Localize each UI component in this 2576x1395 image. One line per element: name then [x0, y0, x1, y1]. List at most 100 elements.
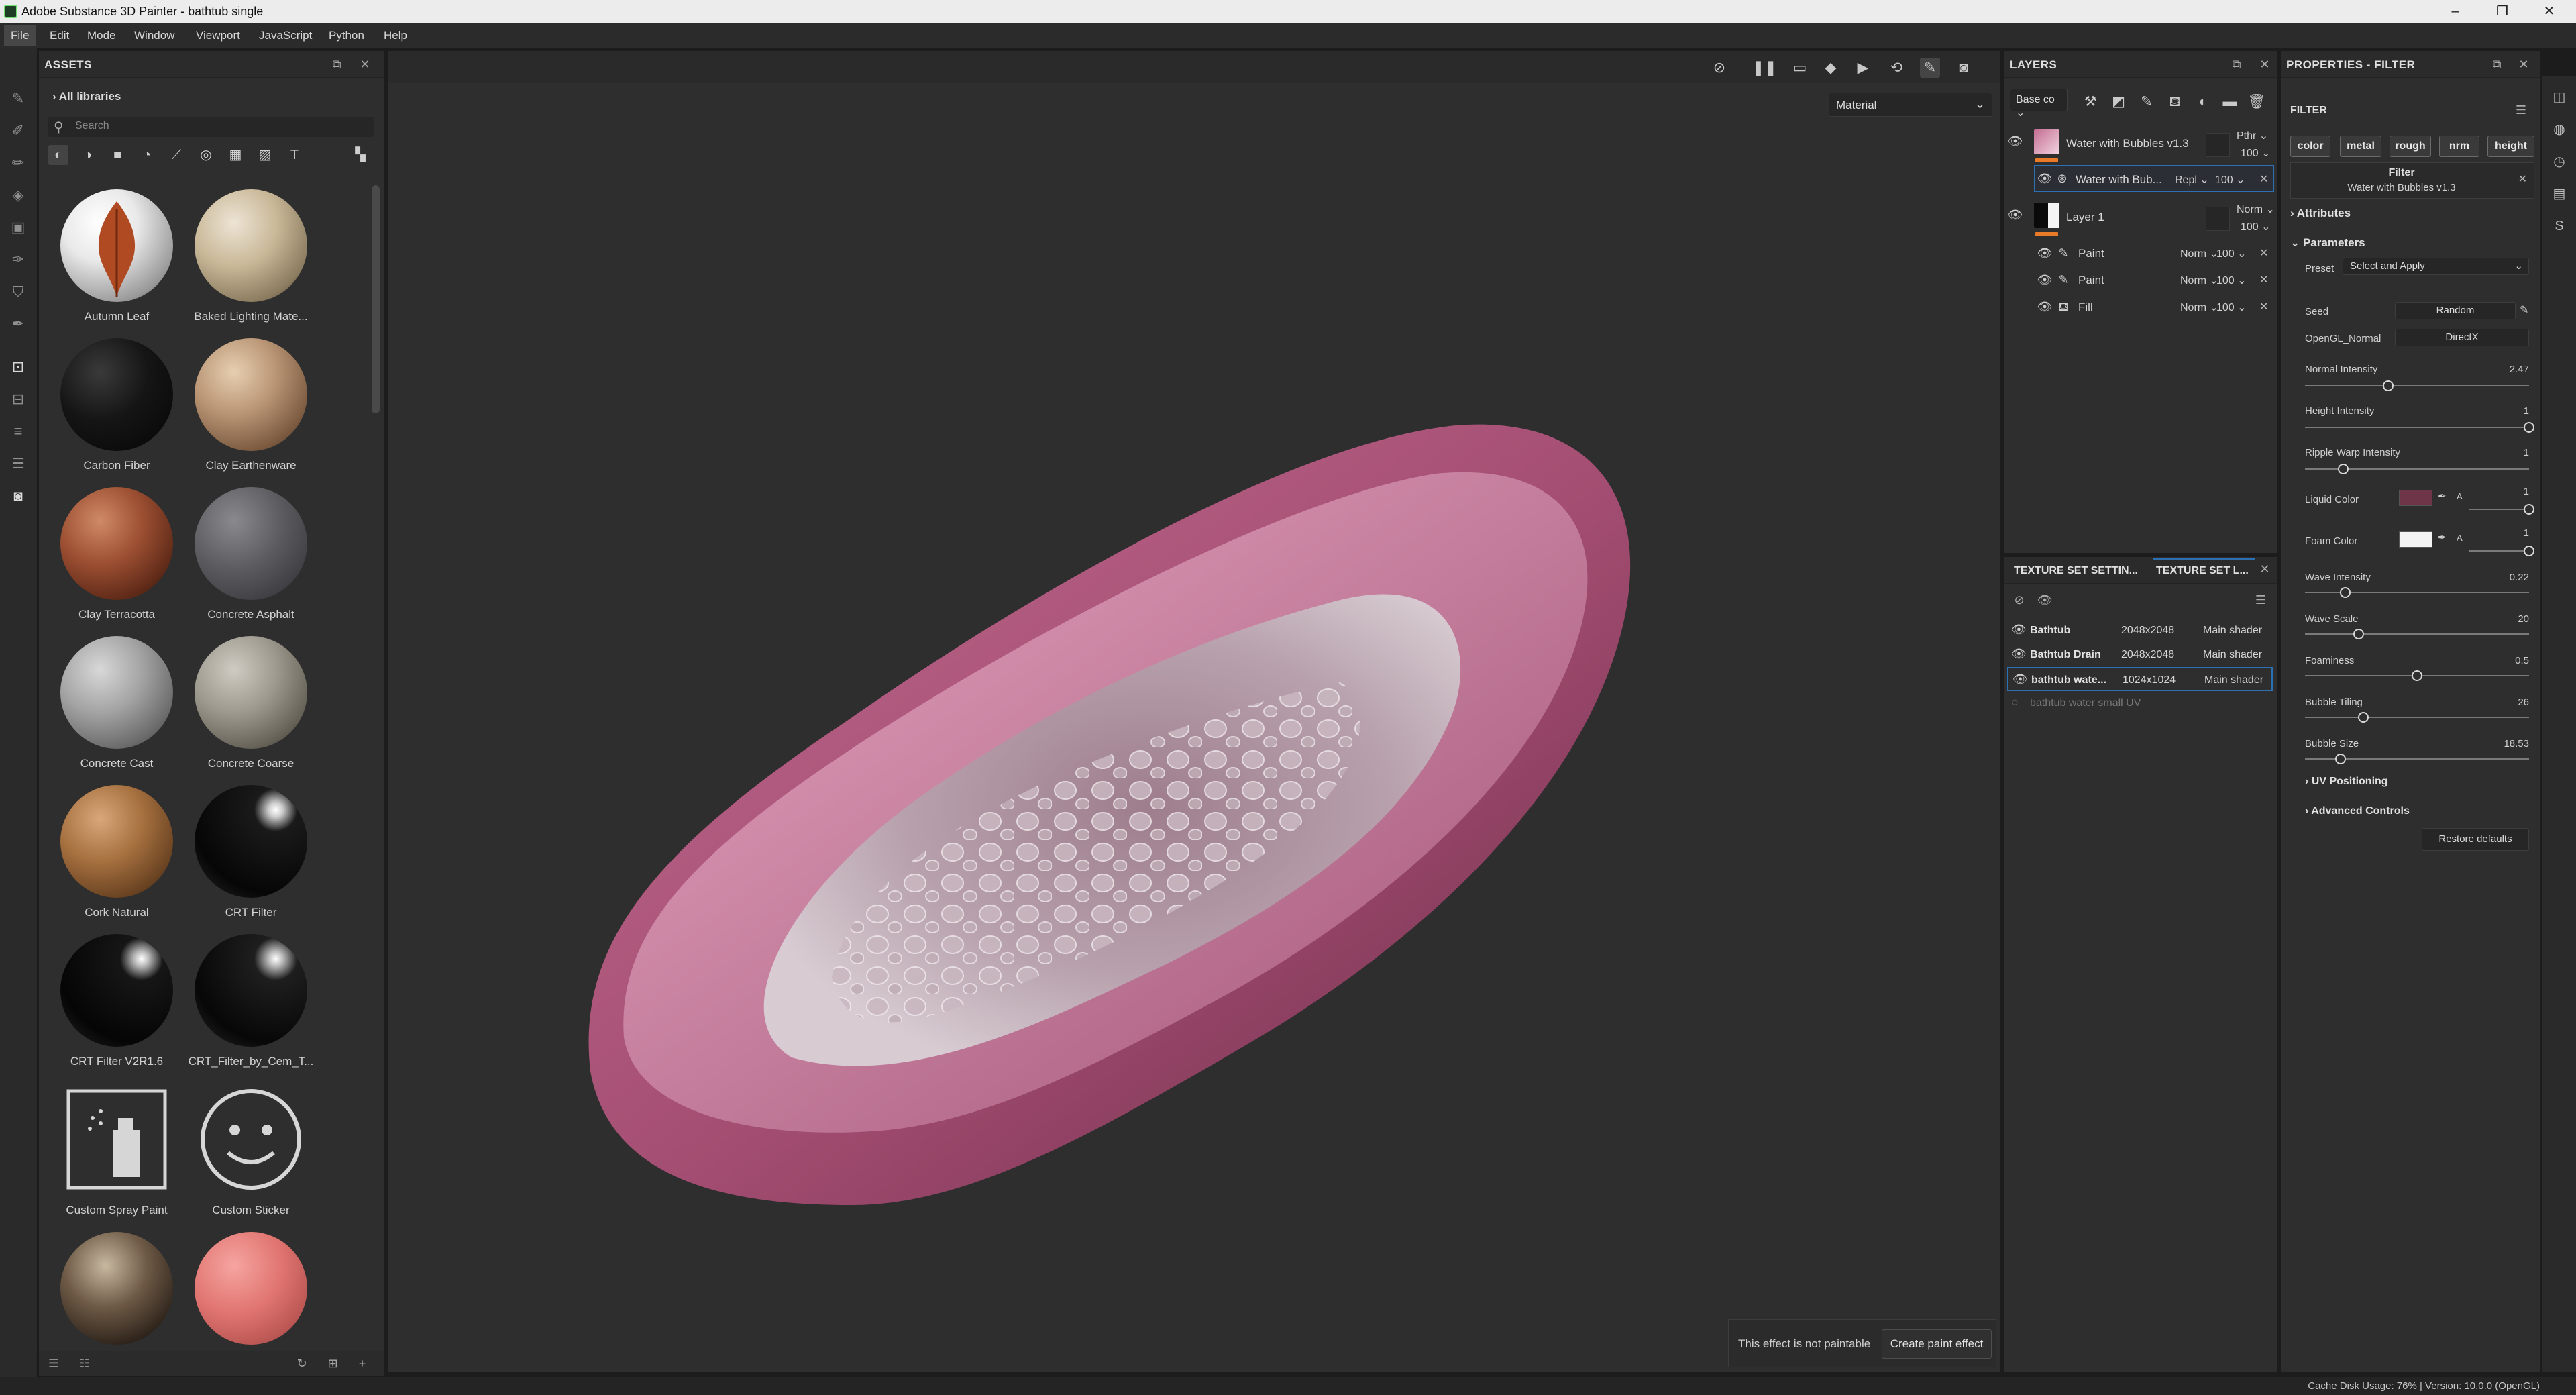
slider-value[interactable]: 0.22: [2510, 572, 2529, 583]
menu-file[interactable]: File: [4, 25, 36, 46]
float-panel-icon[interactable]: ⧉: [2229, 56, 2245, 72]
asset-tile[interactable]: [177, 1225, 311, 1347]
wave-intensity-slider[interactable]: [2305, 587, 2529, 598]
preset-select[interactable]: Select and Apply ⌄: [2343, 258, 2529, 275]
layer-effect-row[interactable]: 👁 ⛾ Fill Norm ⌄ 100 ⌄ ✕: [2004, 294, 2277, 319]
bubble-size-slider[interactable]: [2305, 754, 2529, 764]
normal-intensity-slider[interactable]: [2305, 380, 2529, 391]
slider-value[interactable]: 1: [2524, 447, 2529, 458]
tab-texture-set-settings[interactable]: TEXTURE SET SETTIN...: [2014, 565, 2138, 577]
channel-chip-height[interactable]: height: [2487, 136, 2534, 157]
smudge-icon[interactable]: ✑: [8, 250, 28, 270]
slider-handle[interactable]: [2524, 504, 2534, 515]
properties-icon[interactable]: ◫: [2551, 89, 2568, 106]
opacity-value[interactable]: 100 ⌄: [2216, 301, 2247, 314]
add-mask-icon[interactable]: ◩: [2109, 93, 2128, 111]
channel-chip-nrm[interactable]: nrm: [2439, 136, 2479, 157]
foaminess-slider[interactable]: [2305, 670, 2529, 681]
opengl-normal-select[interactable]: DirectX: [2395, 329, 2529, 346]
slider-handle[interactable]: [2337, 464, 2349, 474]
asset-search-input[interactable]: ⚲ Search: [48, 117, 374, 137]
asset-tile[interactable]: Clay Earthenware: [177, 331, 311, 479]
new-folder-icon[interactable]: ⊞: [325, 1355, 341, 1372]
seed-random-button[interactable]: Random: [2395, 302, 2516, 319]
slider-handle[interactable]: [2335, 754, 2347, 764]
text-filter-icon[interactable]: T: [284, 145, 305, 165]
menu-python[interactable]: Python: [322, 25, 371, 46]
layer-mask-slot[interactable]: [2206, 207, 2230, 231]
height-intensity-slider[interactable]: [2305, 422, 2534, 433]
remove-effect-icon[interactable]: ✕: [2259, 300, 2268, 313]
wave-scale-slider[interactable]: [2305, 629, 2529, 639]
smart-masks-filter-icon[interactable]: ◔: [137, 145, 157, 165]
visibility-eye-icon[interactable]: 👁: [2037, 299, 2053, 315]
smart-materials-filter-icon[interactable]: ◑: [78, 145, 98, 165]
eraser-icon[interactable]: ✐: [8, 121, 28, 141]
slider-value[interactable]: 20: [2518, 613, 2529, 625]
ripple-warp-slider[interactable]: [2305, 464, 2529, 474]
projection-icon[interactable]: ✏: [8, 153, 28, 173]
pause-icon[interactable]: ❚❚: [1752, 58, 1777, 78]
close-panel-icon[interactable]: ✕: [2516, 56, 2532, 72]
symmetry-icon[interactable]: ⟲: [1886, 58, 1907, 78]
asset-tile[interactable]: Concrete Coarse: [177, 629, 311, 777]
menu-edit[interactable]: Edit: [43, 25, 76, 46]
add-icon[interactable]: +: [354, 1355, 370, 1372]
visibility-eye-icon[interactable]: ○: [2011, 695, 2019, 709]
slider-handle[interactable]: [2340, 587, 2351, 598]
visibility-eye-icon[interactable]: 👁: [2007, 133, 2023, 149]
blend-mode[interactable]: Norm ⌄: [2180, 301, 2218, 314]
delete-layer-icon[interactable]: 🗑: [2247, 93, 2266, 111]
link-icon[interactable]: ⊘: [2011, 592, 2027, 608]
slider-value[interactable]: 18.53: [2504, 738, 2529, 750]
camera-settings-icon[interactable]: ◙: [8, 486, 28, 506]
visibility-eye-icon[interactable]: 👁: [2007, 207, 2023, 223]
display-settings-icon[interactable]: ◍: [2551, 121, 2568, 138]
paint-brush-icon[interactable]: ✎: [8, 89, 28, 109]
asset-tile[interactable]: Autumn Leaf: [43, 183, 177, 330]
history-icon[interactable]: ◷: [2551, 153, 2568, 170]
library-selector[interactable]: › All libraries: [52, 90, 121, 103]
asset-tile[interactable]: Carbon Fiber: [43, 331, 177, 479]
asset-tile[interactable]: Cork Natural: [43, 778, 177, 926]
brushes-filter-icon[interactable]: ⟋: [166, 145, 186, 165]
add-fill-layer-icon[interactable]: ⛾: [2165, 93, 2184, 111]
slider-handle[interactable]: [2382, 380, 2394, 391]
attributes-section[interactable]: › Attributes: [2290, 207, 2351, 220]
clone-stamp-icon[interactable]: ⛉: [8, 282, 28, 302]
opacity-value[interactable]: 100 ⌄: [2215, 173, 2245, 187]
foam-alpha-value[interactable]: 1: [2524, 527, 2529, 539]
slider-handle[interactable]: [2353, 629, 2365, 639]
slider-value[interactable]: 1: [2524, 405, 2529, 417]
blend-mode[interactable]: Norm ⌄: [2180, 247, 2218, 260]
import-list-icon[interactable]: ☷: [76, 1355, 93, 1372]
close-button[interactable]: ✕: [2529, 0, 2569, 23]
tab-texture-set-list[interactable]: TEXTURE SET L...: [2156, 565, 2249, 577]
maximize-button[interactable]: ❐: [2482, 0, 2522, 23]
visibility-eye-icon[interactable]: 👁: [2037, 245, 2053, 261]
asset-tile[interactable]: Clay Terracotta: [43, 480, 177, 628]
substance-source-icon[interactable]: S: [2551, 217, 2568, 235]
slider-handle[interactable]: [2357, 712, 2369, 723]
visibility-eye-icon[interactable]: 👁: [2011, 647, 2027, 661]
blend-mode[interactable]: Pthr ⌄: [2237, 129, 2268, 142]
blend-mode[interactable]: Norm ⌄: [2237, 203, 2275, 216]
add-paint-layer-icon[interactable]: ✎: [2137, 93, 2156, 111]
channel-chip-rough[interactable]: rough: [2390, 136, 2431, 157]
texture-set-row[interactable]: 👁 Bathtub 2048x2048 Main shader: [2007, 619, 2273, 643]
remove-effect-icon[interactable]: ✕: [2259, 172, 2268, 186]
opacity-value[interactable]: 100 ⌄: [2241, 146, 2271, 160]
asset-tile[interactable]: [43, 1225, 177, 1347]
asset-tile[interactable]: Concrete Cast: [43, 629, 177, 777]
uv-positioning-section[interactable]: › UV Positioning: [2305, 776, 2388, 788]
minimize-button[interactable]: –: [2435, 0, 2475, 23]
slider-handle[interactable]: [2524, 546, 2534, 556]
texture-set-row[interactable]: ○ bathtub water small UV: [2007, 691, 2273, 715]
foam-color-swatch[interactable]: [2399, 531, 2432, 548]
texture-set-row[interactable]: 👁 Bathtub Drain 2048x2048 Main shader: [2007, 643, 2273, 667]
channel-combo[interactable]: Base co ⌄: [2010, 89, 2068, 119]
close-panel-icon[interactable]: ✕: [2257, 561, 2273, 577]
asset-tile[interactable]: CRT Filter: [177, 778, 311, 926]
remove-effect-icon[interactable]: ✕: [2259, 246, 2268, 260]
menu-javascript[interactable]: JavaScript: [252, 25, 319, 46]
